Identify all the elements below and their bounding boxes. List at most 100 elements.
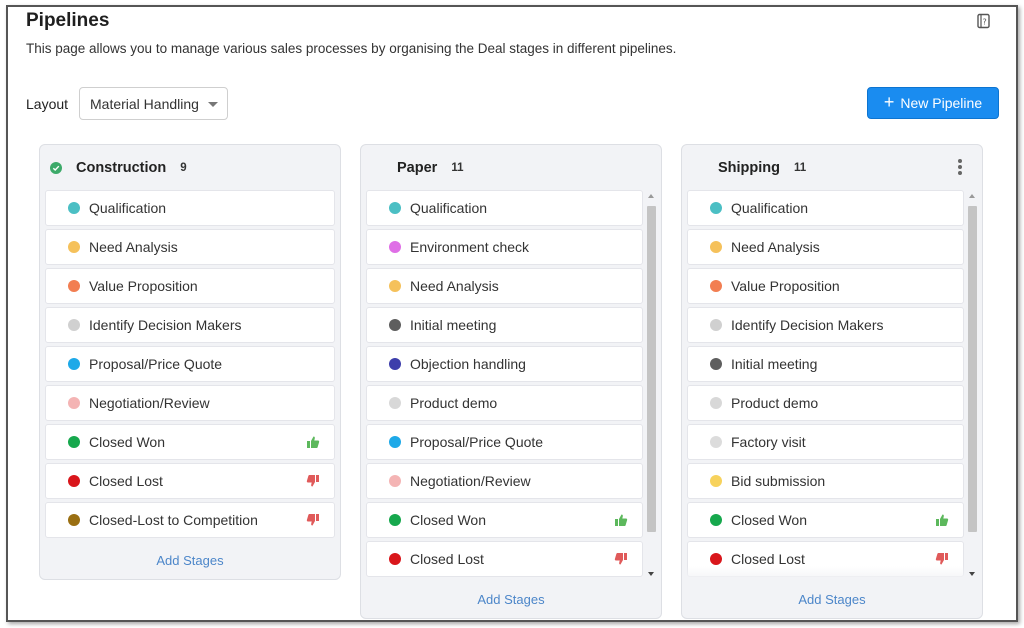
stage-color-dot — [389, 553, 401, 565]
stage-item[interactable]: Need Analysis — [45, 229, 335, 265]
new-pipeline-label: New Pipeline — [900, 95, 983, 111]
more-options-icon[interactable] — [958, 159, 962, 175]
stage-item[interactable]: Objection handling — [366, 346, 643, 382]
stage-item[interactable]: Need Analysis — [366, 268, 643, 304]
stage-item[interactable]: Factory visit — [687, 424, 964, 460]
new-pipeline-button[interactable]: + New Pipeline — [867, 87, 999, 119]
stage-color-dot — [710, 475, 722, 487]
stage-color-dot — [68, 436, 80, 448]
stage-item[interactable]: Qualification — [366, 190, 643, 226]
stage-label: Value Proposition — [89, 278, 198, 294]
stage-color-dot — [68, 280, 80, 292]
scroll-down-arrow-icon[interactable] — [969, 572, 975, 576]
thumbs-up-icon — [306, 435, 320, 449]
stage-label: Closed Lost — [89, 473, 163, 489]
stage-item[interactable]: Closed Won — [687, 502, 964, 538]
stage-item[interactable]: Closed-Lost to Competition — [45, 502, 335, 538]
layout-select[interactable]: Material Handling — [79, 87, 228, 120]
stage-label: Negotiation/Review — [89, 395, 210, 411]
stage-label: Closed-Lost to Competition — [89, 512, 258, 528]
stage-item[interactable]: Value Proposition — [687, 268, 964, 304]
stage-item[interactable]: Qualification — [687, 190, 964, 226]
stage-item[interactable]: Value Proposition — [45, 268, 335, 304]
stage-label: Need Analysis — [731, 239, 820, 255]
stage-count-badge: 11 — [451, 161, 464, 174]
stage-label: Proposal/Price Quote — [410, 434, 544, 450]
thumbs-down-icon — [614, 552, 628, 566]
add-stages-link[interactable]: Add Stages — [361, 580, 661, 618]
stage-color-dot — [389, 397, 401, 409]
pipeline-header: Shipping 11 — [682, 145, 982, 190]
stage-color-dot — [68, 475, 80, 487]
stage-color-dot — [710, 280, 722, 292]
stage-item[interactable]: Closed Lost — [366, 541, 643, 577]
pipeline-header: Construction 9 — [40, 145, 340, 190]
pipeline-card-construction: Construction 9 Qualification Need Analys… — [39, 144, 341, 580]
stage-item[interactable]: Identify Decision Makers — [45, 307, 335, 343]
stage-item[interactable]: Proposal/Price Quote — [45, 346, 335, 382]
stage-color-dot — [710, 241, 722, 253]
pipeline-card-paper: Paper 11 Qualification Environment check… — [360, 144, 662, 619]
stage-item[interactable]: Proposal/Price Quote — [366, 424, 643, 460]
stage-count-badge: 11 — [794, 161, 807, 174]
scroll-up-arrow-icon[interactable] — [648, 194, 654, 198]
scroll-down-arrow-icon[interactable] — [648, 572, 654, 576]
stage-item[interactable]: Negotiation/Review — [45, 385, 335, 421]
help-icon[interactable]: ? — [976, 13, 992, 29]
stage-color-dot — [389, 358, 401, 370]
stage-color-dot — [389, 475, 401, 487]
thumbs-down-icon — [306, 513, 320, 527]
stage-item[interactable]: Negotiation/Review — [366, 463, 643, 499]
stage-color-dot — [710, 397, 722, 409]
page-title: Pipelines — [26, 10, 110, 31]
add-stages-link[interactable]: Add Stages — [682, 580, 982, 618]
scrollbar[interactable] — [646, 194, 656, 576]
stage-label: Qualification — [410, 200, 488, 216]
plus-icon: + — [883, 92, 895, 112]
stage-item[interactable]: Closed Lost — [45, 463, 335, 499]
stage-item[interactable]: Closed Won — [366, 502, 643, 538]
stage-color-dot — [389, 319, 401, 331]
stage-label: Need Analysis — [89, 239, 178, 255]
pipeline-name[interactable]: Shipping — [718, 160, 780, 176]
check-circle-icon — [50, 162, 62, 174]
stage-item[interactable]: Qualification — [45, 190, 335, 226]
stage-label: Factory visit — [731, 434, 806, 450]
stage-label: Qualification — [89, 200, 167, 216]
stage-list[interactable]: Qualification Need Analysis Value Propos… — [682, 190, 982, 580]
stage-color-dot — [710, 358, 722, 370]
stage-item[interactable]: Need Analysis — [687, 229, 964, 265]
pipeline-name[interactable]: Paper — [397, 160, 437, 176]
stage-color-dot — [68, 319, 80, 331]
stage-item[interactable]: Product demo — [366, 385, 643, 421]
stage-list[interactable]: Qualification Environment check Need Ana… — [361, 190, 661, 580]
stage-label: Product demo — [410, 395, 498, 411]
stage-label: Need Analysis — [410, 278, 499, 294]
stage-label: Product demo — [731, 395, 819, 411]
stage-color-dot — [710, 202, 722, 214]
pipeline-name[interactable]: Construction — [76, 160, 166, 176]
page-description: This page allows you to manage various s… — [26, 41, 677, 56]
add-stages-link[interactable]: Add Stages — [40, 541, 340, 579]
stage-label: Closed Won — [410, 512, 487, 528]
scrollbar-thumb[interactable] — [968, 206, 977, 532]
stage-item[interactable]: Initial meeting — [366, 307, 643, 343]
stage-color-dot — [68, 202, 80, 214]
stage-item[interactable]: Environment check — [366, 229, 643, 265]
stage-item[interactable]: Product demo — [687, 385, 964, 421]
stage-item[interactable]: Identify Decision Makers — [687, 307, 964, 343]
stage-item[interactable]: Closed Won — [45, 424, 335, 460]
scrollbar-thumb[interactable] — [647, 206, 656, 532]
stage-item[interactable]: Bid submission — [687, 463, 964, 499]
thumbs-down-icon — [306, 474, 320, 488]
stage-label: Environment check — [410, 239, 530, 255]
scroll-up-arrow-icon[interactable] — [969, 194, 975, 198]
stage-label: Bid submission — [731, 473, 826, 489]
stage-label: Closed Won — [89, 434, 166, 450]
stage-item[interactable]: Initial meeting — [687, 346, 964, 382]
stage-label: Value Proposition — [731, 278, 840, 294]
stage-color-dot — [68, 514, 80, 526]
scrollbar[interactable] — [967, 194, 977, 576]
thumbs-up-icon — [935, 513, 949, 527]
stage-label: Initial meeting — [731, 356, 818, 372]
